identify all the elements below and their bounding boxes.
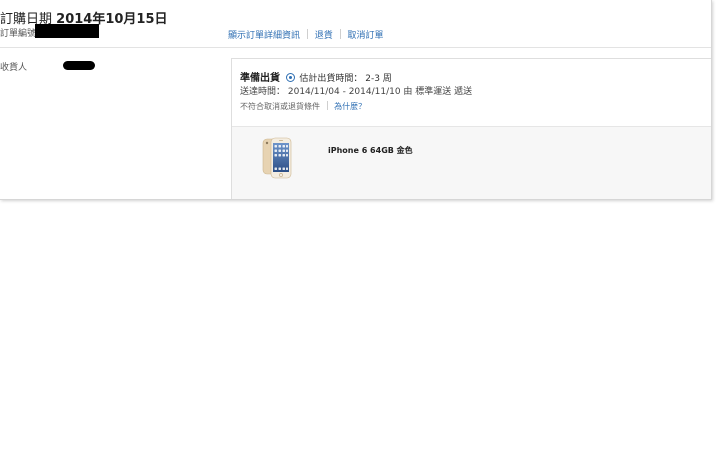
shipment-items: iPhone 6 64GB 金色 [232,126,711,199]
iphone-product-image [262,137,292,179]
cancel-order-link[interactable]: 取消訂單 [348,31,384,41]
recipient-label: 收貨人 [0,63,28,73]
order-number-redaction [35,24,99,38]
shipment-eta: 估計出貨時間： 2-3 周 [299,74,392,84]
action-separator [339,29,341,39]
clock-icon [286,73,296,82]
shipment-status-row: 準備出貨 估計出貨時間： 2-3 周 [240,69,392,84]
why-link[interactable]: 為什麼？ [334,102,366,111]
show-order-details-link[interactable]: 顯示訂單詳細資訊 [228,31,300,41]
order-actions: 顯示訂單詳細資訊 退貨 取消訂單 [228,28,384,41]
header-divider [0,47,711,48]
policy-text: 不符合取消或退貨條件 [240,102,320,111]
product-name: iPhone 6 64GB 金色 [328,146,413,155]
return-link[interactable]: 退貨 [315,31,333,41]
recipient-name-redaction [63,61,95,70]
cancellation-policy: 不符合取消或退貨條件 為什麼？ [240,101,366,112]
shipment-status: 準備出貨 [240,73,280,84]
policy-separator [326,101,328,110]
delivery-window: 送達時間： 2014/11/04 - 2014/11/10 由 標準運送 遞送 [240,87,473,97]
order-card: 訂購日期 2014年10月15日 訂單編號 顯示訂單詳細資訊 退貨 取消訂單 收… [0,0,712,200]
action-separator [306,29,308,39]
order-number-label: 訂單編號 [0,29,37,39]
shipment-panel: 準備出貨 估計出貨時間： 2-3 周 送達時間： 2014/11/04 - 20… [231,58,711,199]
